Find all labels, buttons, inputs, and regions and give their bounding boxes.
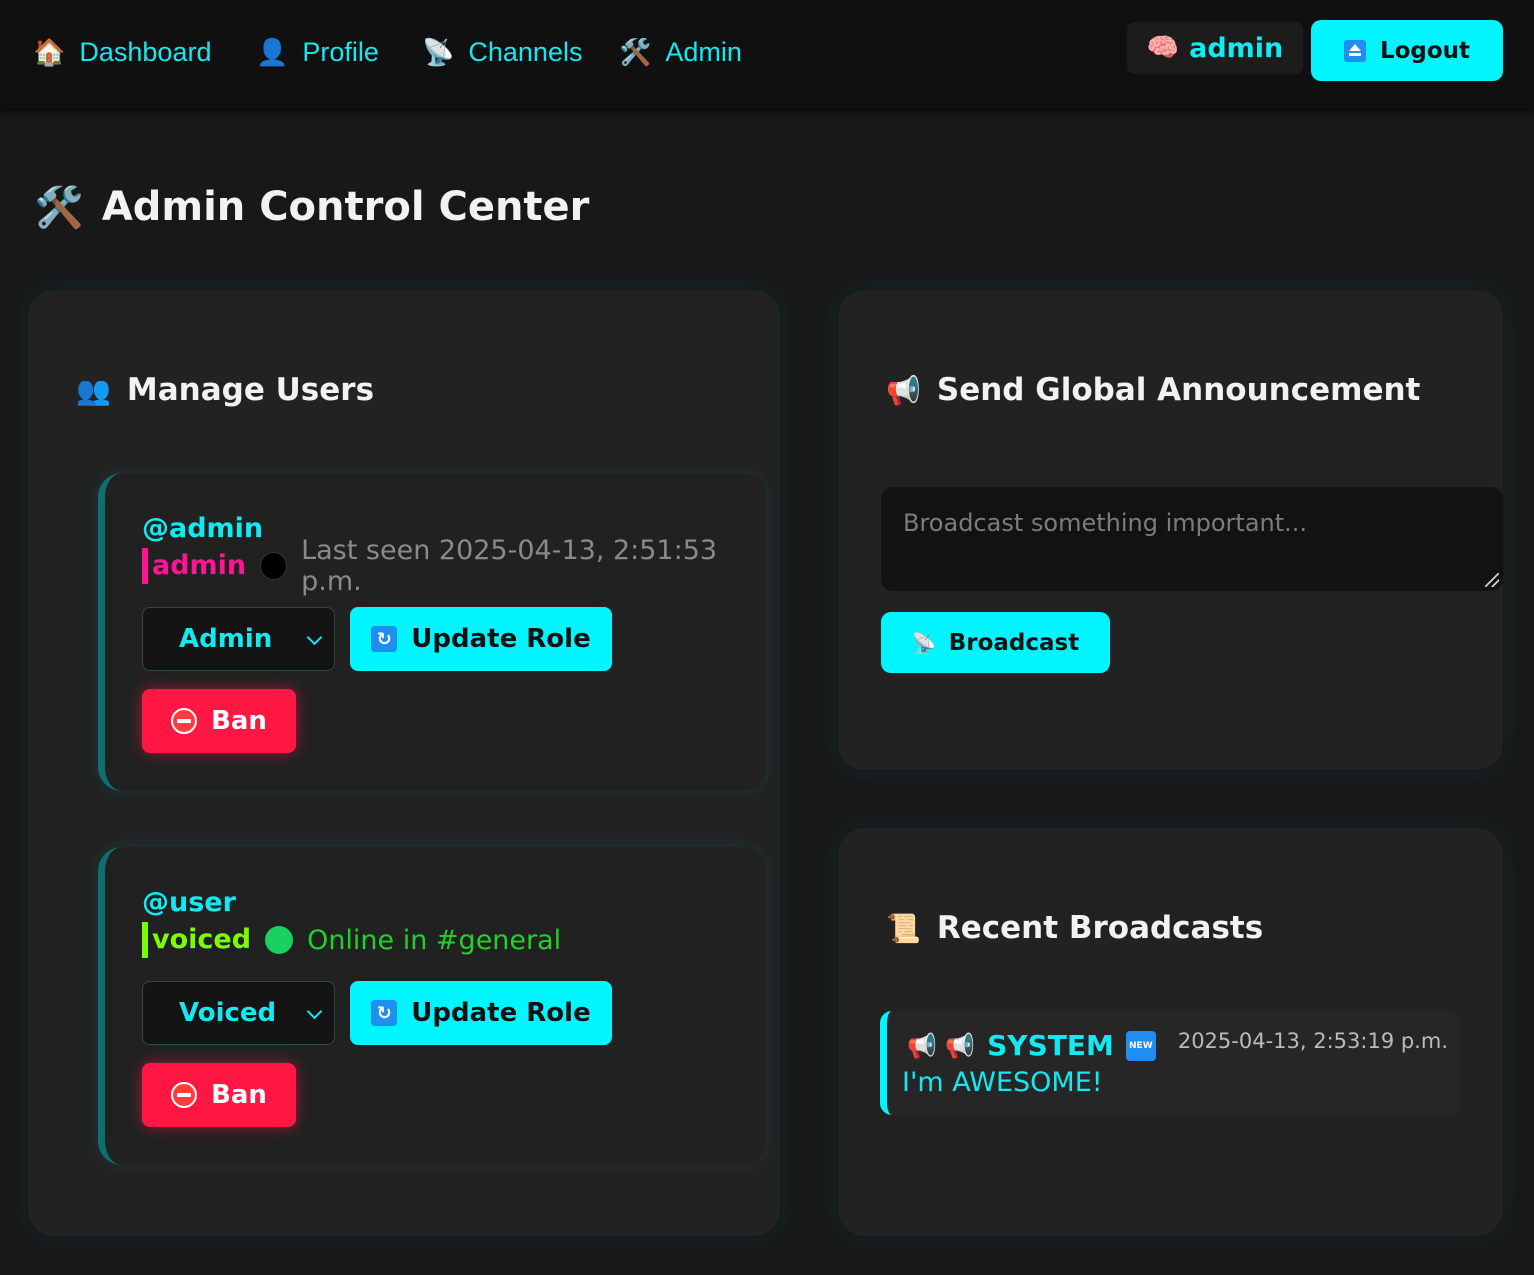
update-role-button[interactable]: ↻ Update Role: [350, 981, 612, 1045]
satellite-icon: 📡: [911, 630, 937, 655]
nav-link-channels[interactable]: 📡 Channels: [422, 34, 582, 70]
status-dot-icon: [265, 926, 294, 954]
ban-button[interactable]: Ban: [142, 689, 296, 753]
nav-link-label: Dashboard: [79, 36, 212, 67]
announcement-input[interactable]: Broadcast something important...: [881, 487, 1503, 591]
manage-users-panel: 👥 Manage Users @admin admin Last seen 20…: [28, 290, 780, 1236]
person-icon: 👤: [256, 36, 289, 67]
nav-link-admin[interactable]: 🛠️ Admin: [619, 34, 742, 70]
users-icon: 👥: [76, 373, 111, 407]
status-text: Last seen 2025-04-13, 2:51:53 p.m.: [301, 535, 718, 597]
update-role-label: Update Role: [411, 624, 591, 654]
role-tag: voiced: [142, 922, 251, 958]
tools-icon: 🛠️: [34, 184, 84, 231]
chevron-down-icon: [306, 629, 323, 646]
user-handle: @admin: [142, 513, 264, 544]
megaphone-icon: 📢: [886, 373, 921, 407]
role-select-value: Admin: [179, 624, 273, 654]
page-title-text: Admin Control Center: [101, 184, 590, 230]
user-card-user: @user voiced Online in #general Voiced ↻…: [98, 847, 766, 1165]
status-text: Online in #general: [307, 924, 562, 956]
user-handle: @user: [142, 887, 236, 918]
house-icon: 🏠: [33, 36, 66, 67]
broadcast-sender-name: SYSTEM: [987, 1029, 1114, 1062]
panel-title-text: Send Global Announcement: [936, 372, 1421, 408]
page-title: 🛠️ Admin Control Center: [34, 180, 589, 234]
update-role-label: Update Role: [411, 998, 591, 1028]
ban-label: Ban: [211, 1080, 267, 1110]
tools-icon: 🛠️: [619, 36, 652, 67]
top-navbar: 🏠 Dashboard 👤 Profile 📡 Channels 🛠️ Admi…: [0, 0, 1534, 108]
chevron-down-icon: [306, 1003, 323, 1020]
satellite-icon: 📡: [422, 36, 455, 67]
manage-users-title: 👥 Manage Users: [76, 372, 374, 408]
no-entry-icon: [171, 1082, 198, 1108]
scroll-icon: 📜: [886, 911, 921, 945]
nav-link-label: Admin: [665, 36, 742, 67]
eject-icon: [1343, 39, 1366, 62]
refresh-icon: ↻: [371, 1000, 398, 1026]
broadcast-timestamp: 2025-04-13, 2:53:19 p.m.: [1177, 1029, 1448, 1053]
current-username: admin: [1189, 32, 1284, 64]
refresh-icon: ↻: [371, 626, 398, 652]
user-status-row: voiced Online in #general: [142, 921, 561, 959]
role-select[interactable]: Admin: [142, 607, 335, 671]
megaphone-icon: 📢 📢: [907, 1031, 976, 1060]
status-dot-icon: [260, 552, 288, 580]
nav-link-label: Channels: [468, 36, 583, 67]
broadcast-button[interactable]: 📡 Broadcast: [881, 612, 1110, 673]
new-badge-icon: NEW: [1125, 1030, 1156, 1061]
role-select[interactable]: Voiced: [142, 981, 335, 1045]
brain-icon: 🧠: [1146, 33, 1180, 63]
logout-label: Logout: [1379, 37, 1471, 64]
nav-link-dashboard[interactable]: 🏠 Dashboard: [33, 34, 211, 70]
user-card-admin: @admin admin Last seen 2025-04-13, 2:51:…: [98, 473, 766, 791]
nav-link-label: Profile: [302, 36, 379, 67]
panel-title-text: Manage Users: [126, 372, 375, 408]
current-user-chip[interactable]: 🧠 admin: [1127, 22, 1303, 74]
ban-label: Ban: [211, 706, 267, 736]
announcement-title: 📢 Send Global Announcement: [886, 372, 1420, 408]
broadcast-sender: 📢 📢 SYSTEM NEW: [907, 1029, 1156, 1062]
resize-handle-icon[interactable]: [1485, 573, 1499, 587]
no-entry-icon: [171, 708, 198, 734]
logout-button[interactable]: Logout: [1311, 20, 1503, 81]
recent-broadcasts-title: 📜 Recent Broadcasts: [886, 910, 1263, 946]
broadcast-item: 📢 📢 SYSTEM NEW 2025-04-13, 2:53:19 p.m. …: [880, 1011, 1460, 1115]
role-select-value: Voiced: [179, 998, 277, 1028]
user-status-row: admin Last seen 2025-04-13, 2:51:53 p.m.: [142, 535, 766, 597]
role-tag: admin: [142, 548, 246, 584]
panel-title-text: Recent Broadcasts: [936, 910, 1264, 946]
update-role-button[interactable]: ↻ Update Role: [350, 607, 612, 671]
announcement-placeholder: Broadcast something important...: [903, 509, 1308, 537]
broadcast-label: Broadcast: [948, 629, 1080, 656]
nav-link-profile[interactable]: 👤 Profile: [256, 34, 379, 70]
ban-button[interactable]: Ban: [142, 1063, 296, 1127]
broadcast-message: I'm AWESOME!: [902, 1067, 1103, 1098]
